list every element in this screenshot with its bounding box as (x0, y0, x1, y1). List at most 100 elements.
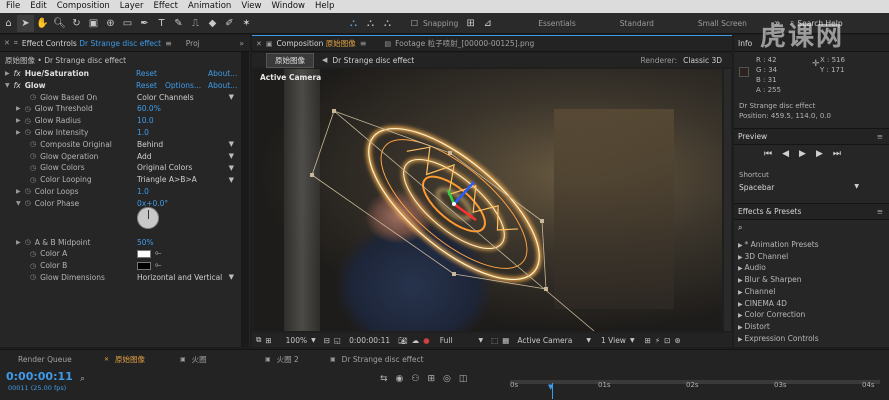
last-frame-icon[interactable]: ⏭ (833, 149, 841, 159)
prop-triangle-icon[interactable]: ▶ (16, 239, 21, 246)
tab-info[interactable]: Info (734, 39, 756, 48)
timeline-tab[interactable]: ▣ 火圈 2 (265, 353, 299, 365)
mask-visibility-icon[interactable]: ◱ (334, 336, 341, 345)
prop-triangle-icon[interactable]: ▶ (16, 117, 21, 124)
menu-help[interactable]: Help (310, 0, 339, 13)
selection-tool-icon[interactable]: ➤ (17, 14, 34, 32)
prop-triangle-icon[interactable]: ▶ (16, 129, 21, 136)
snap-options-icon[interactable]: ⊿ (479, 15, 496, 32)
effects-category-item[interactable]: ▶ Channel (738, 287, 775, 296)
type-tool-icon[interactable]: T (153, 15, 170, 32)
play-icon[interactable]: ▶ (799, 149, 806, 159)
tab-composition[interactable]: Composition 原始图像 (273, 38, 360, 49)
region-of-interest-icon[interactable]: ⬚ (491, 336, 498, 345)
timeline-tab[interactable]: ▣ 火圈 (180, 353, 207, 365)
roto-brush-tool-icon[interactable]: ✐ (221, 15, 238, 32)
effects-category-item[interactable]: ▶ Expression Controls (738, 334, 819, 343)
snapping-checkbox[interactable]: ☐ (406, 15, 423, 32)
zoom-tool-icon[interactable]: 🔍︎ (51, 15, 68, 32)
prop-glow-based-on[interactable]: ◷ Glow Based On Color Channels ▼ (0, 91, 240, 103)
prop-color-looping[interactable]: ◷ Color Looping Triangle A>B>A ▼ (0, 174, 240, 186)
graph-editor-icon[interactable]: ◫ (459, 374, 468, 384)
axis-tool-icon[interactable]: ⛬ (345, 15, 362, 32)
view-axis-icon[interactable]: ⛬ (379, 15, 396, 32)
home-icon[interactable]: ⌂ (0, 15, 17, 32)
comp-viewer-scrollbar[interactable] (724, 69, 731, 331)
frame-blending-icon[interactable]: ⊞ (427, 374, 435, 384)
effects-category-item[interactable]: ▶ 3D Channel (738, 252, 788, 261)
menu-view[interactable]: View (236, 0, 266, 13)
fx-icon[interactable]: fx (14, 81, 21, 90)
flowchart-icon[interactable]: ⊛ (674, 336, 680, 345)
glow-reset-link[interactable]: Reset (136, 81, 157, 90)
prop-value[interactable]: Color Channels (137, 93, 194, 102)
color-swatch[interactable] (137, 261, 151, 270)
rotate-tool-icon[interactable]: ↻ (68, 15, 85, 32)
effects-category-item[interactable]: ▶ Distort (738, 322, 770, 331)
effects-category-item[interactable]: ▶ Color Correction (738, 310, 805, 319)
prop-value[interactable]: Horizontal and Vertical (137, 273, 222, 282)
color-phase-dial[interactable] (137, 207, 159, 229)
prop-value[interactable]: 50% (137, 238, 154, 247)
breadcrumb-comp[interactable]: 原始图像 (266, 52, 314, 68)
timeline-icon[interactable]: ⊡ (664, 336, 670, 345)
glow-about-link[interactable]: About... (208, 81, 237, 90)
pan-behind-tool-icon[interactable]: ⊕ (102, 15, 119, 32)
effects-category-item[interactable]: ▶ Audio (738, 263, 766, 272)
tab-menu-icon[interactable]: ≡ (360, 39, 367, 48)
tab-footage[interactable]: Footage 粒子喷射_[00000-00125].png (391, 38, 538, 49)
expand-triangle-icon[interactable]: ▼ (5, 82, 10, 89)
stopwatch-icon[interactable]: ◷ (30, 93, 36, 101)
tab-effects-presets[interactable]: Effects & Presets (734, 207, 805, 216)
effects-menu-icon[interactable]: ≡ (877, 207, 889, 216)
prop-color-b[interactable]: ◷ Color B ⟜ (0, 260, 240, 272)
stopwatch-icon[interactable]: ◷ (30, 140, 36, 148)
stopwatch-icon[interactable]: ◷ (25, 199, 31, 207)
stopwatch-icon[interactable]: ◷ (25, 187, 31, 195)
menu-window[interactable]: Window (266, 0, 310, 13)
renderer-value[interactable]: Classic 3D (683, 56, 722, 65)
eyedropper-icon[interactable]: ⟜ (155, 248, 161, 258)
tab-effect-controls[interactable]: Effect Controls Dr Strange disc effect (18, 39, 165, 48)
tab-menu-icon[interactable]: ≡ (165, 39, 172, 48)
tab-preview[interactable]: Preview (734, 132, 771, 141)
prop-composite-original[interactable]: ◷ Composite Original Behind ▼ (0, 138, 240, 150)
prop-triangle-icon[interactable]: ▶ (16, 105, 21, 112)
pen-tool-icon[interactable]: ✒ (136, 15, 153, 32)
stopwatch-icon[interactable]: ◷ (30, 250, 36, 258)
camera-tool-icon[interactable]: ▣ (85, 15, 102, 32)
safe-zones-icon[interactable]: ⊞ (265, 336, 271, 345)
zoom-dropdown[interactable]: 100% (286, 336, 307, 345)
effect-glow[interactable]: ▼ fx Glow Reset Options... About... (0, 79, 250, 91)
prop-value[interactable]: Behind (137, 140, 163, 149)
eraser-tool-icon[interactable]: ◆ (204, 15, 221, 32)
effect-controls-scrollbar[interactable] (241, 52, 249, 347)
effect-hue-saturation[interactable]: ▶ fx Hue/Saturation Reset About... (0, 67, 250, 79)
stopwatch-icon[interactable]: ◷ (30, 273, 36, 281)
effects-category-item[interactable]: ▶ CINEMA 4D (738, 299, 787, 308)
stopwatch-icon[interactable]: ◷ (25, 117, 31, 125)
effects-search-input[interactable]: ⌕ (738, 223, 883, 234)
stopwatch-icon[interactable]: ◷ (30, 164, 36, 172)
timeline-tab[interactable]: ✕ 原始图像 (104, 353, 145, 365)
prop-glow-threshold[interactable]: ▶ ◷ Glow Threshold 60.0% (0, 103, 240, 115)
hand-tool-icon[interactable]: ✋ (34, 15, 51, 32)
color-swatch[interactable] (137, 249, 151, 258)
toggle-pixel-aspect-icon[interactable]: ⊞ (645, 336, 651, 345)
prop-glow-operation[interactable]: ◷ Glow Operation Add ▼ (0, 150, 240, 162)
timeline-tab[interactable]: ▣ Dr Strange disc effect (330, 353, 424, 365)
panel-overflow-icon[interactable]: » (239, 39, 250, 48)
hue-reset-link[interactable]: Reset (136, 69, 157, 78)
current-time[interactable]: 0:00:00:11 (349, 336, 390, 345)
timeline-search-icon[interactable]: ⌕ (80, 374, 85, 384)
prop-value[interactable]: Original Colors (137, 163, 192, 172)
effects-category-item[interactable]: ▶ * Animation Presets (738, 240, 819, 249)
grid-icon[interactable]: ⊟ (324, 336, 330, 345)
stopwatch-icon[interactable]: ◷ (25, 105, 31, 113)
prop-color-a[interactable]: ◷ Color A ⟜ (0, 248, 240, 260)
eyedropper-icon[interactable]: ⟜ (155, 260, 161, 270)
breadcrumb-layer[interactable]: Dr Strange disc effect (332, 56, 414, 65)
fx-icon[interactable]: fx (14, 69, 21, 78)
workspace-essentials[interactable]: Essentials (516, 19, 598, 28)
workspace-standard[interactable]: Standard (598, 19, 676, 28)
